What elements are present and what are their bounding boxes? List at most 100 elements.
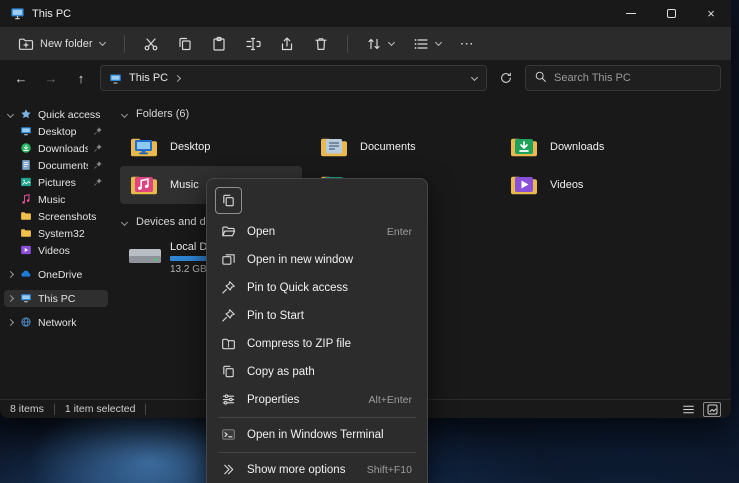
toolbar-divider (347, 35, 348, 53)
search-input[interactable] (554, 72, 712, 84)
chevron-right-icon (6, 270, 15, 279)
pin-icon (93, 160, 104, 171)
address-dropdown-icon[interactable] (471, 75, 478, 82)
see-more-button[interactable]: ⋯ (452, 35, 483, 52)
copy-button[interactable] (169, 32, 201, 56)
videos-icon (20, 244, 33, 257)
selection-count: 1 item selected (65, 403, 136, 415)
menu-item-show-more-options[interactable]: Show more options Shift+F10 (212, 456, 422, 483)
folder-icon (20, 210, 33, 223)
menu-item-open-windows-terminal[interactable]: Open in Windows Terminal (212, 421, 422, 449)
this-pc-icon (109, 72, 122, 85)
view-button[interactable] (405, 32, 450, 56)
cut-button[interactable] (135, 32, 167, 56)
pin-icon (221, 308, 237, 324)
search-box[interactable] (525, 65, 721, 91)
sidebar-item-downloads[interactable]: Downloads (4, 140, 108, 157)
pin-icon (221, 280, 237, 296)
terminal-icon (221, 427, 237, 443)
music-icon (20, 193, 33, 206)
maximize-button[interactable] (651, 0, 691, 27)
rename-icon (245, 36, 261, 52)
menu-separator (218, 452, 416, 453)
quick-copy-button[interactable] (215, 187, 242, 214)
new-folder-icon (18, 36, 34, 52)
sidebar-item-screenshots[interactable]: Screenshots (4, 208, 108, 225)
chevron-down-icon (6, 110, 15, 119)
folder-tile-videos[interactable]: Videos (500, 166, 682, 204)
sidebar-item-this-pc[interactable]: This PC (4, 290, 108, 307)
refresh-button[interactable] (495, 67, 517, 89)
minimize-button[interactable] (611, 0, 651, 27)
copy-icon (177, 36, 193, 52)
share-button[interactable] (271, 32, 303, 56)
search-icon (534, 70, 547, 86)
sort-icon (366, 36, 382, 52)
menu-item-compress-zip[interactable]: Compress to ZIP file (212, 330, 422, 358)
hard-drive-icon (128, 240, 160, 272)
pin-icon (93, 143, 104, 154)
sidebar-item-music[interactable]: Music (4, 191, 108, 208)
sidebar-item-onedrive[interactable]: OneDrive (4, 266, 108, 283)
back-button[interactable]: ← (10, 67, 32, 89)
forward-button[interactable]: → (40, 67, 62, 89)
breadcrumb[interactable]: This PC (129, 72, 168, 84)
paste-button[interactable] (203, 32, 235, 56)
details-view-button[interactable] (679, 402, 697, 417)
sidebar-item-documents[interactable]: Documents (4, 157, 108, 174)
pin-icon (93, 126, 104, 137)
address-row: ← → ↑ This PC (0, 60, 731, 96)
sidebar-item-videos[interactable]: Videos (4, 242, 108, 259)
properties-icon (221, 392, 237, 408)
menu-item-open[interactable]: Open Enter (212, 218, 422, 246)
downloads-folder-icon (508, 131, 540, 163)
large-icons-view-button[interactable] (703, 402, 721, 417)
sidebar-item-network[interactable]: Network (4, 314, 108, 331)
new-folder-label: New folder (40, 38, 93, 50)
title-bar[interactable]: This PC × (0, 0, 731, 27)
documents-folder-icon (318, 131, 350, 163)
command-bar: New folder ⋯ (0, 27, 731, 60)
sidebar-item-quick-access[interactable]: Quick access (4, 106, 108, 123)
menu-item-copy-as-path[interactable]: Copy as path (212, 358, 422, 386)
documents-icon (20, 159, 33, 172)
navigation-pane: Quick access Desktop Downloads (0, 96, 112, 399)
rename-button[interactable] (237, 32, 269, 56)
sort-button[interactable] (358, 32, 403, 56)
sidebar-item-pictures[interactable]: Pictures (4, 174, 108, 191)
desktop-wallpaper: This PC × New folder (0, 0, 739, 483)
pin-icon (93, 177, 104, 188)
folders-section-header[interactable]: Folders (6) (120, 106, 731, 122)
view-icon (413, 36, 429, 52)
menu-item-open-new-window[interactable]: Open in new window (212, 246, 422, 274)
menu-separator (218, 417, 416, 418)
delete-icon (313, 36, 329, 52)
menu-item-pin-quick-access[interactable]: Pin to Quick access (212, 274, 422, 302)
open-icon (221, 224, 237, 240)
new-folder-button[interactable]: New folder (10, 32, 114, 56)
sidebar-item-desktop[interactable]: Desktop (4, 123, 108, 140)
folder-tile-desktop[interactable]: Desktop (120, 128, 302, 166)
menu-item-properties[interactable]: Properties Alt+Enter (212, 386, 422, 414)
folder-tile-downloads[interactable]: Downloads (500, 128, 682, 166)
music-folder-icon (128, 169, 160, 201)
delete-button[interactable] (305, 32, 337, 56)
quick-access-star-icon (20, 108, 33, 121)
paste-icon (211, 36, 227, 52)
window-title: This PC (32, 8, 71, 20)
chevron-down-icon (120, 110, 129, 119)
desktop-icon (20, 125, 33, 138)
close-button[interactable]: × (691, 0, 731, 27)
items-count: 8 items (10, 403, 44, 415)
this-pc-icon (20, 292, 33, 305)
context-menu: Open Enter Open in new window Pin to Qui… (206, 178, 428, 483)
menu-item-pin-start[interactable]: Pin to Start (212, 302, 422, 330)
folder-icon (20, 227, 33, 240)
up-button[interactable]: ↑ (70, 67, 92, 89)
address-bar[interactable]: This PC (100, 65, 487, 91)
onedrive-cloud-icon (20, 268, 33, 281)
folder-tile-documents[interactable]: Documents (310, 128, 492, 166)
chevron-down-icon (99, 40, 106, 47)
videos-folder-icon (508, 169, 540, 201)
sidebar-item-system32[interactable]: System32 (4, 225, 108, 242)
